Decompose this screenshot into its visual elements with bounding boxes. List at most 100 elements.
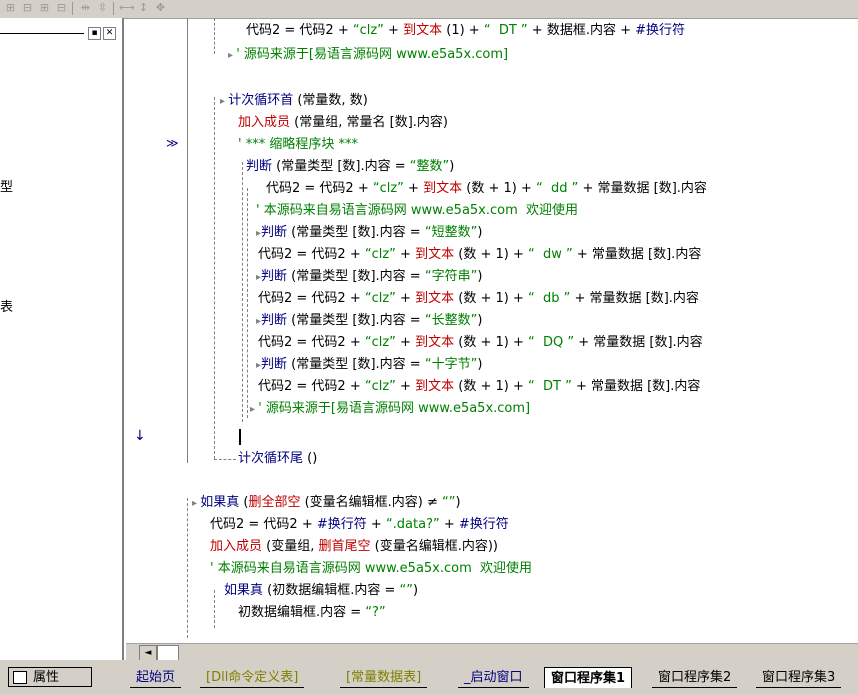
code-line[interactable]: 代码2 = 代码2 + #换行符 + “.data?” + #换行符 — [210, 514, 509, 536]
resize-icon[interactable]: ↕ — [136, 1, 151, 15]
code-comment: ' 本源码来自易语言源码网 www.e5a5x.com 欢迎使用 — [210, 561, 533, 576]
code-token: 代码2 = 代码2 + — [258, 291, 365, 306]
code-comment: ' 本源码来自易语言源码网 www.e5a5x.com 欢迎使用 — [256, 203, 579, 218]
code-token: 计次循环首 — [228, 93, 294, 108]
close-icon[interactable]: ✕ — [103, 27, 116, 40]
code-token: ) — [477, 357, 483, 372]
code-token: 加入成员 — [238, 115, 291, 130]
code-line[interactable]: 代码2 = 代码2 + “clz” + 到文本 (1) + “ DT ” + 数… — [246, 20, 685, 42]
flow-line — [242, 162, 243, 422]
flow-line — [214, 18, 215, 54]
code-token: 代码2 = 代码2 + — [246, 23, 353, 38]
code-token: 如果真 — [224, 583, 264, 598]
tab-window-assembly-3[interactable]: 窗口程序集3 — [756, 667, 842, 688]
code-line[interactable]: 初数据编辑框.内容 = “?” — [238, 602, 386, 624]
code-comment: ' 源码来源于[易语言源码网 www.e5a5x.com] — [258, 401, 531, 416]
tab-label: [Dll命令定义表] — [206, 670, 299, 685]
grid-icon[interactable]: ⊟ — [20, 1, 35, 15]
tab-window-assembly-1[interactable]: 窗口程序集1 — [544, 667, 633, 688]
panel-item-partial[interactable]: 表 — [0, 296, 13, 315]
code-token: (初数据编辑框.内容 = — [263, 583, 400, 598]
grid-icon[interactable]: ⊞ — [37, 1, 52, 15]
code-line[interactable]: ▸ 如果真 (删全部空 (变量名编辑框.内容) ≠ “”) — [192, 492, 461, 514]
code-token: + — [395, 247, 416, 262]
left-panel: ▪ ✕ 型 表 — [0, 18, 124, 665]
grid-icon[interactable]: ⊞ — [3, 1, 18, 15]
tab-window-assembly-2[interactable]: 窗口程序集2 — [652, 667, 738, 688]
code-token: “clz” — [364, 335, 396, 350]
code-token: + 常量数据 [数].内容 — [574, 335, 703, 350]
code-token: 初数据编辑框.内容 = — [238, 605, 366, 620]
code-token: (常量类型 [数].内容 = — [287, 357, 425, 372]
code-line[interactable]: ' *** 缩略程序块 *** — [238, 134, 358, 156]
code-line[interactable]: 代码2 = 代码2 + “clz” + 到文本 (数 + 1) + “ DQ ”… — [258, 332, 703, 354]
code-token: (数 + 1) + — [454, 379, 528, 394]
code-token: “ db ” — [527, 291, 571, 306]
code-token: 判断 — [261, 269, 288, 284]
code-token: “整数” — [409, 159, 450, 174]
code-token: 判断 — [261, 313, 288, 328]
resize-icon[interactable]: ⟷ — [119, 1, 135, 15]
code-line[interactable]: ▸ ' 源码来源于[易语言源码网 www.e5a5x.com] — [250, 398, 530, 420]
code-line[interactable]: 如果真 (初数据编辑框.内容 = “”) — [224, 580, 418, 602]
code-line[interactable]: ▸ 计次循环首 (常量数, 数) — [220, 90, 368, 112]
code-token: + 常量数据 [数].内容 — [571, 379, 701, 394]
resize-icon[interactable]: ✥ — [153, 1, 168, 15]
panel-item-partial[interactable]: 型 — [0, 176, 13, 195]
code-token: “十字节” — [424, 357, 478, 372]
properties-button[interactable]: 属性 — [8, 667, 92, 687]
code-token: (变量名编辑框.内容) ≠ — [300, 495, 443, 510]
code-line[interactable]: ▸ ' 源码来源于[易语言源码网 www.e5a5x.com] — [228, 44, 508, 66]
code-token: 代码2 = 代码2 + — [258, 335, 365, 350]
scroll-left-icon[interactable]: ◄ — [139, 645, 157, 661]
code-line[interactable]: ' 本源码来自易语言源码网 www.e5a5x.com 欢迎使用 — [210, 558, 532, 580]
toolbar-separator — [72, 2, 73, 15]
code-token: + — [366, 517, 386, 532]
tab-constants[interactable]: [常量数据表] — [340, 667, 428, 688]
code-line[interactable]: ▸判断 (常量类型 [数].内容 = “短整数”) — [256, 222, 482, 244]
flow-line — [247, 188, 248, 418]
code-line[interactable]: ▸判断 (常量类型 [数].内容 = “十字节”) — [256, 354, 482, 376]
code-line[interactable]: 加入成员 (常量组, 常量名 [数].内容) — [238, 112, 448, 134]
code-token: 到文本 — [415, 379, 455, 394]
code-token: “ dw ” — [527, 247, 573, 262]
code-token: ) — [477, 269, 483, 284]
code-token: ) — [449, 159, 455, 174]
horizontal-scrollbar[interactable]: ◄ — [126, 643, 858, 661]
code-line[interactable]: ▸判断 (常量类型 [数].内容 = “字符串”) — [256, 266, 482, 288]
align-icon[interactable]: ⇹ — [78, 1, 93, 15]
code-token: 计次循环尾 — [238, 451, 304, 466]
code-token: () — [303, 451, 318, 466]
bottom-bar: 属性 起始页 [Dll命令定义表] [常量数据表] _启动窗口 窗口程序集1 窗… — [0, 660, 858, 695]
code-line[interactable]: 代码2 = 代码2 + “clz” + 到文本 (数 + 1) + “ db ”… — [258, 288, 699, 310]
code-token: “clz” — [364, 247, 396, 262]
tab-label: [常量数据表] — [346, 670, 422, 685]
minimize-icon[interactable]: ▪ — [88, 27, 101, 40]
flow-line — [187, 18, 188, 463]
text-cursor — [239, 428, 241, 445]
code-editor[interactable]: 代码2 = 代码2 + “clz” + 到文本 (1) + “ DT ” + 数… — [126, 18, 858, 643]
code-line[interactable]: 代码2 = 代码2 + “clz” + 到文本 (数 + 1) + “ DT ”… — [258, 376, 700, 398]
properties-icon — [13, 671, 27, 684]
code-line[interactable]: ▸判断 (常量类型 [数].内容 = “长整数”) — [256, 310, 482, 332]
tab-start-page[interactable]: 起始页 — [130, 667, 182, 688]
code-line[interactable]: 计次循环尾 () — [238, 448, 317, 470]
code-line[interactable]: 加入成员 (变量组, 删首尾空 (变量名编辑框.内容)) — [210, 536, 498, 558]
code-line-cursor[interactable] — [239, 426, 241, 448]
flow-arrow-icon: ▸ — [192, 498, 201, 509]
align-icon[interactable]: ⇳ — [95, 1, 110, 15]
tab-startup-window[interactable]: _启动窗口 — [458, 667, 529, 688]
scrollbar-track[interactable] — [157, 645, 179, 661]
flow-arrow-icon: ▸ — [250, 404, 259, 415]
code-line[interactable]: 代码2 = 代码2 + “clz” + 到文本 (数 + 1) + “ dd ”… — [266, 178, 707, 200]
code-token: (数 + 1) + — [454, 291, 528, 306]
grid-icon[interactable]: ⊟ — [54, 1, 69, 15]
code-line[interactable]: ' 本源码来自易语言源码网 www.e5a5x.com 欢迎使用 — [256, 200, 578, 222]
code-token: + — [395, 379, 416, 394]
code-token: 到文本 — [415, 247, 455, 262]
code-token: + — [383, 23, 404, 38]
code-line[interactable]: 判断 (常量类型 [数].内容 = “整数”) — [246, 156, 454, 178]
code-line[interactable]: 代码2 = 代码2 + “clz” + 到文本 (数 + 1) + “ dw ”… — [258, 244, 701, 266]
tab-dll-commands[interactable]: [Dll命令定义表] — [200, 667, 305, 688]
code-token: 如果真 — [200, 495, 240, 510]
